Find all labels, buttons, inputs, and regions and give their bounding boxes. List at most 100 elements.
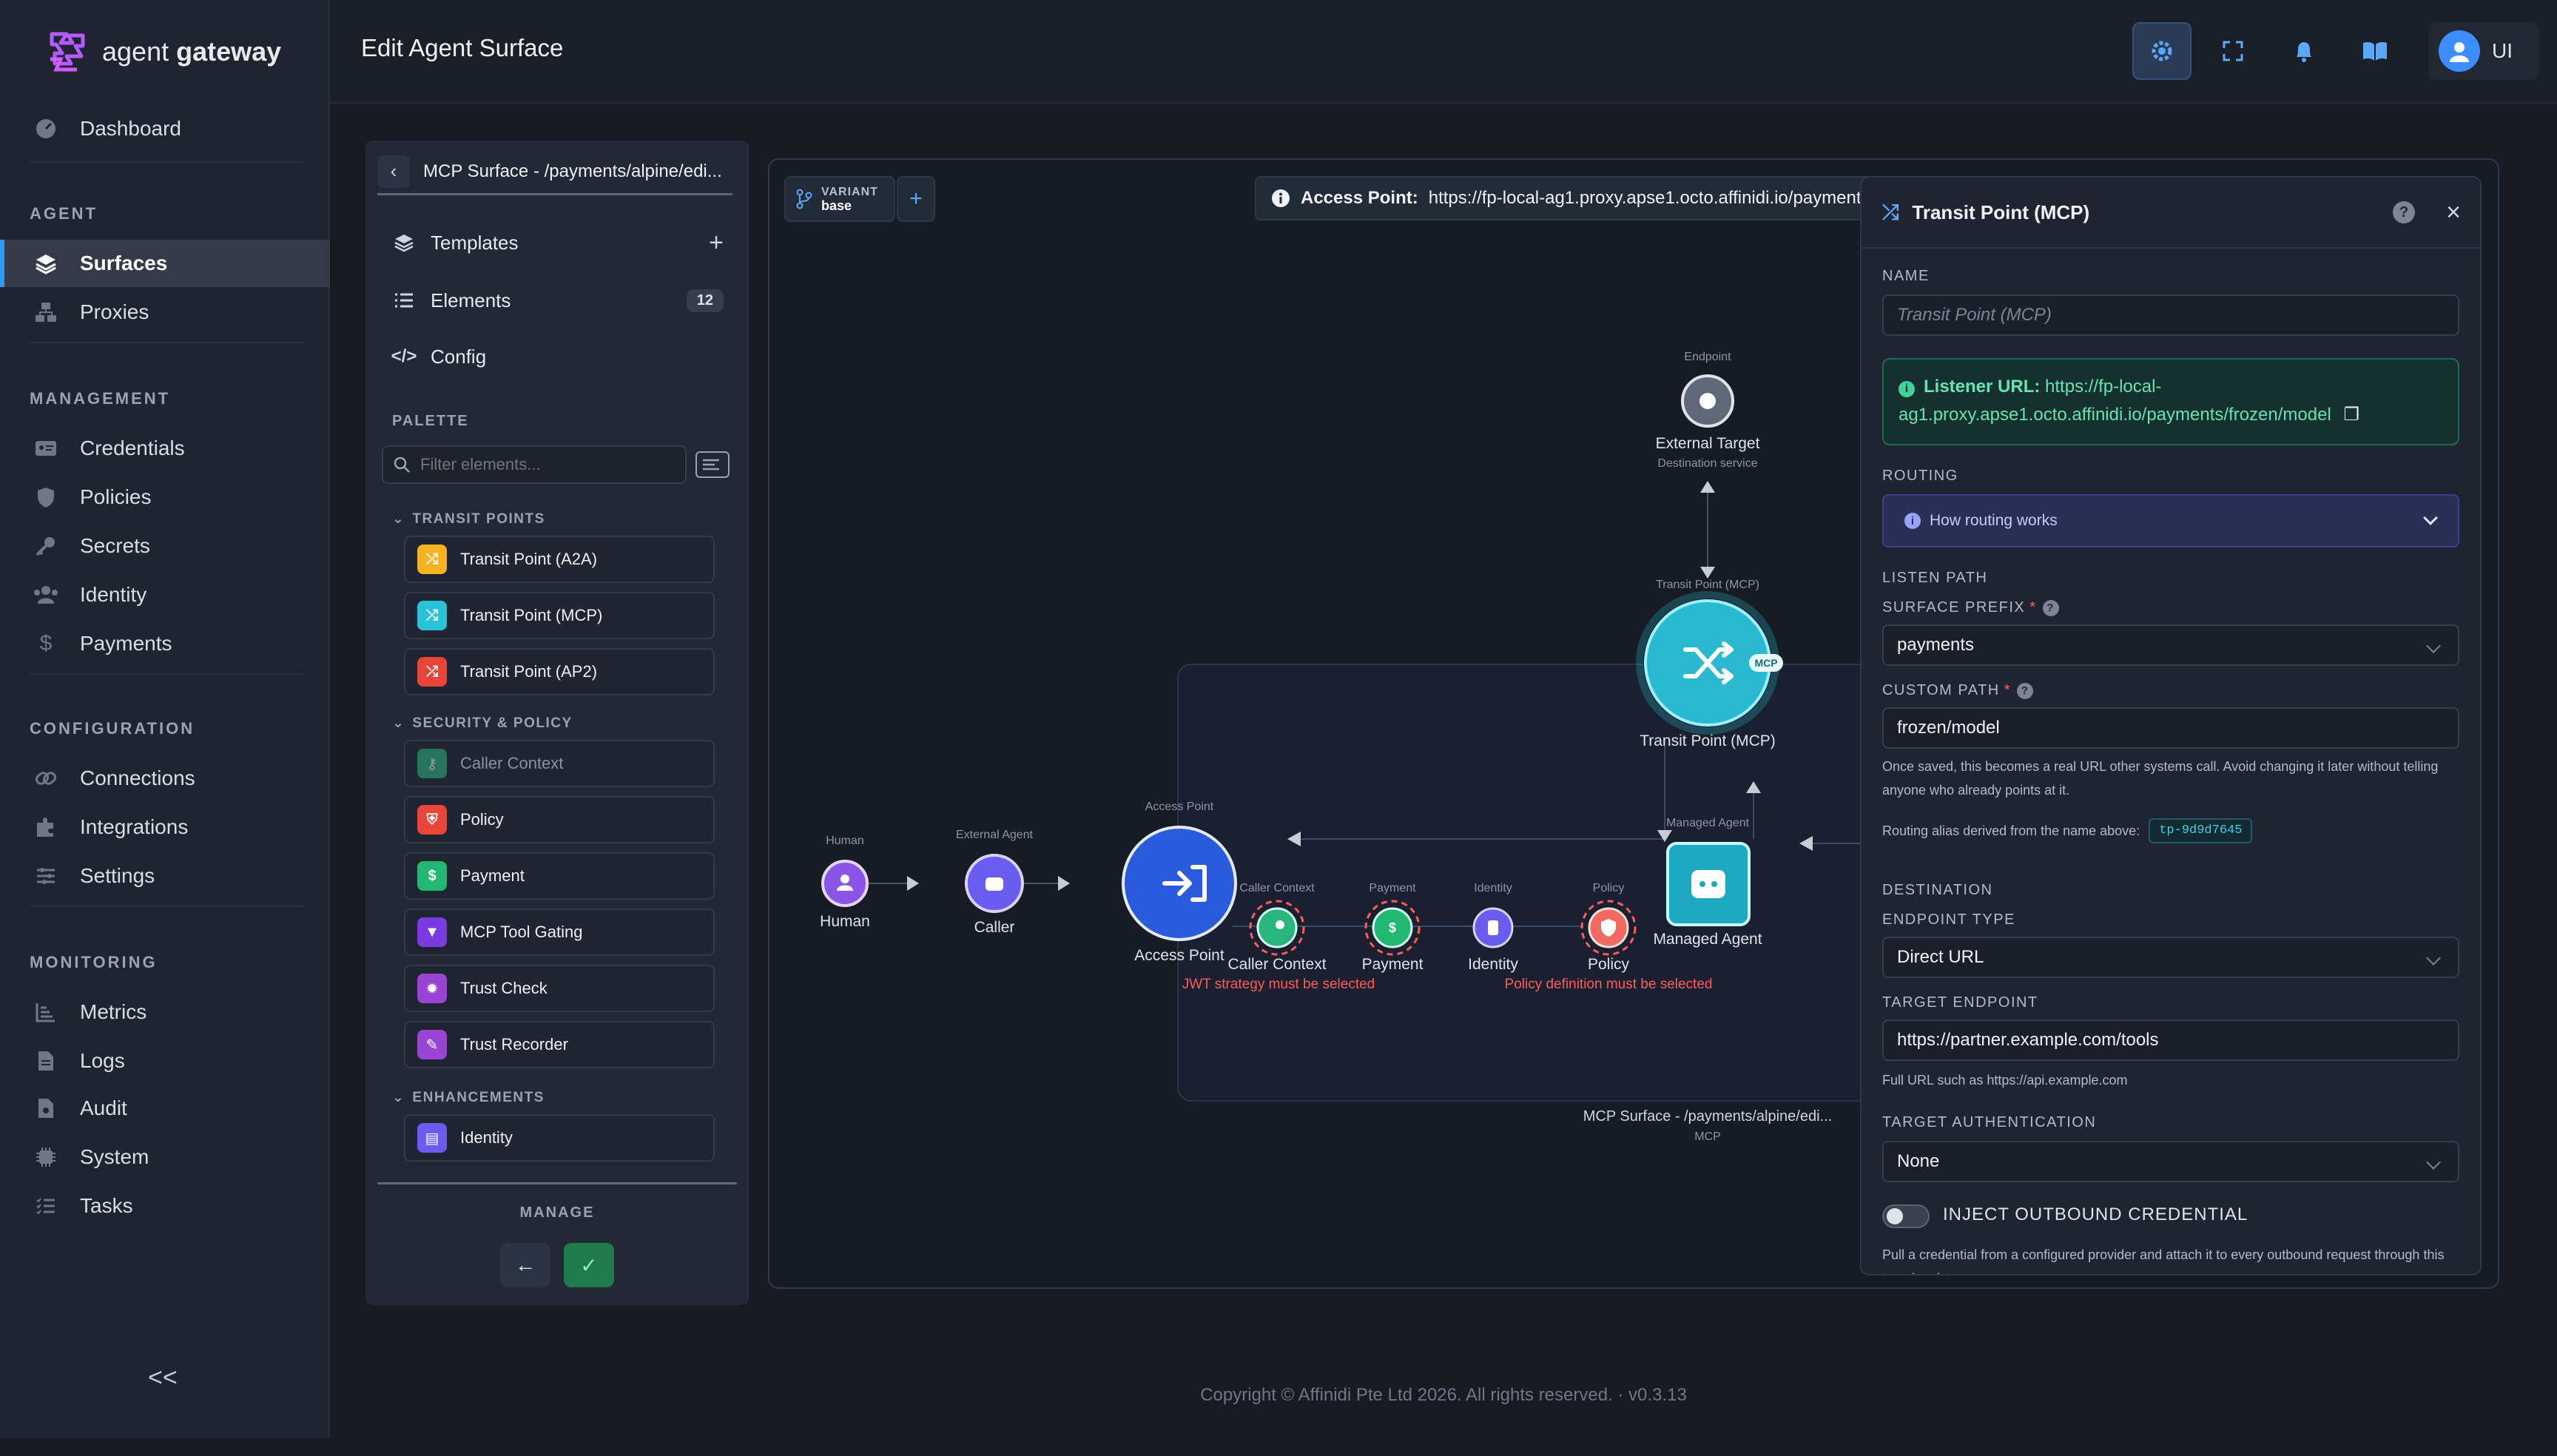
nav-integrations[interactable]: Integrations [0, 803, 330, 851]
target-endpoint-input[interactable]: https://partner.example.com/tools [1882, 1019, 2459, 1061]
templates-row[interactable]: Templates + [392, 220, 724, 265]
layers-icon [33, 250, 59, 277]
nav-payments[interactable]: $ Payments [0, 620, 330, 667]
palette-caller-context[interactable]: ⚷ Caller Context [404, 740, 715, 787]
nav-policies[interactable]: Policies [0, 473, 330, 521]
nav-logs[interactable]: Logs [0, 1037, 330, 1085]
nav-identity[interactable]: Identity [0, 571, 330, 619]
close-icon[interactable]: × [2446, 198, 2461, 227]
shuffle-icon: ⤮ [417, 601, 447, 630]
nav-dashboard[interactable]: Dashboard [0, 105, 330, 152]
endpoint-type-select[interactable]: Direct URL [1882, 937, 2459, 978]
palette-trust-check[interactable]: ✹ Trust Check [404, 965, 715, 1012]
nav-proxies[interactable]: Proxies [0, 289, 330, 336]
nav-settings[interactable]: Settings [0, 852, 330, 900]
caller-context-label[interactable]: Caller Context [1227, 956, 1326, 974]
filter-elements-field[interactable] [382, 445, 687, 484]
nav-connections[interactable]: Connections [0, 755, 330, 802]
identity-label[interactable]: Identity [1468, 956, 1518, 974]
help-icon[interactable]: ? [2017, 682, 2034, 699]
required-marker: * [2004, 682, 2012, 698]
fullscreen-button[interactable] [2203, 22, 2263, 80]
flow-canvas[interactable]: VARIANT base + Access Point: https://fp-… [768, 158, 2499, 1289]
group-transit-points[interactable]: ⌄ TRANSIT POINTS [392, 510, 545, 528]
palette-mcp-tool-gating[interactable]: ▼ MCP Tool Gating [404, 909, 715, 956]
name-field[interactable]: Transit Point (MCP) [1882, 294, 2459, 336]
exit-button[interactable]: ← [500, 1243, 550, 1287]
nav-secrets[interactable]: Secrets [0, 522, 330, 570]
filter-elements-input[interactable] [419, 454, 656, 475]
group-enhancements[interactable]: ⌄ ENHANCEMENTS [392, 1089, 545, 1106]
palette-transit-ap2[interactable]: ⤮ Transit Point (AP2) [404, 648, 715, 695]
config-row[interactable]: </> Config [391, 334, 724, 379]
panel-header: ‹ MCP Surface - /payments/alpine/edi... [377, 149, 732, 195]
nav-credentials[interactable]: Credentials [0, 425, 330, 472]
nav-metrics[interactable]: Metrics [0, 988, 330, 1036]
nav-metrics-label: Metrics [80, 1000, 147, 1023]
custom-path-input[interactable]: frozen/model [1882, 707, 2459, 749]
palette-item-label: Transit Point (MCP) [460, 606, 603, 624]
palette-transit-mcp[interactable]: ⤮ Transit Point (MCP) [404, 592, 715, 639]
palette-identity[interactable]: ▤ Identity [404, 1114, 715, 1162]
target-auth-select[interactable]: None [1882, 1141, 2459, 1182]
settings-button[interactable] [2132, 22, 2192, 80]
add-template-button[interactable]: + [709, 229, 724, 257]
listen-path-label: LISTEN PATH [1882, 570, 1988, 586]
nav-system[interactable]: System [0, 1133, 330, 1181]
policy-label[interactable]: Policy [1588, 956, 1629, 974]
app-logo[interactable]: agent gateway [46, 28, 281, 75]
id-badge-icon: ▤ [417, 1123, 447, 1153]
palette-payment[interactable]: $ Payment [404, 852, 715, 900]
chart-icon [33, 999, 59, 1025]
listener-url-part2[interactable]: ag1.proxy.apse1.octo.affinidi.io/payment… [1899, 405, 2331, 425]
divider [30, 161, 303, 163]
collapse-sidebar-button[interactable]: << [148, 1364, 178, 1392]
edit-icon: ✎ [417, 1030, 447, 1059]
elements-row[interactable]: Elements 12 [392, 278, 724, 323]
surface-title: MCP Surface - /payments/alpine/edi... [423, 161, 722, 181]
filter-icon: ▼ [417, 917, 447, 947]
save-button[interactable]: ✓ [564, 1243, 614, 1287]
back-button[interactable]: ‹ [377, 155, 410, 188]
nav-connections-label: Connections [80, 766, 195, 789]
divider [30, 342, 303, 343]
mcp-badge-label: MCP [1754, 657, 1778, 669]
notifications-button[interactable] [2274, 22, 2334, 80]
elements-label: Elements [431, 289, 511, 311]
listener-url-part1[interactable]: https://fp-local- [2045, 377, 2161, 397]
palette-trust-recorder[interactable]: ✎ Trust Recorder [404, 1021, 715, 1068]
user-initials: UI [2492, 39, 2513, 62]
payment-label[interactable]: Payment [1362, 956, 1424, 974]
docs-button[interactable] [2345, 22, 2405, 80]
alias-chip[interactable]: tp-9d9d7645 [2149, 818, 2253, 843]
palette-item-label: MCP Tool Gating [460, 923, 583, 941]
routing-accordion[interactable]: i How routing works [1882, 494, 2459, 547]
help-icon[interactable]: ? [2393, 201, 2416, 223]
layers-icon [392, 232, 416, 253]
user-menu[interactable]: UI [2428, 22, 2539, 80]
surface-prefix-select[interactable]: payments [1882, 624, 2459, 666]
key-icon: ⚷ [417, 749, 447, 778]
group-security-policy[interactable]: ⌄ SECURITY & POLICY [392, 715, 573, 732]
palette-transit-a2a[interactable]: ⤮ Transit Point (A2A) [404, 536, 715, 583]
managed-agent-label[interactable]: Managed Agent [1653, 931, 1762, 948]
copy-icon[interactable]: ❐ [2343, 405, 2359, 425]
view-toggle-button[interactable] [695, 451, 730, 478]
nav-audit[interactable]: Audit [0, 1085, 330, 1132]
transit-label[interactable]: Transit Point (MCP) [1640, 732, 1776, 750]
access-point-node-label[interactable]: Access Point [1134, 947, 1224, 965]
help-icon[interactable]: ? [2042, 599, 2059, 616]
nav-tasks[interactable]: Tasks [0, 1182, 330, 1230]
group-title: SECURITY & POLICY [412, 715, 573, 731]
human-label[interactable]: Human [820, 913, 870, 931]
toggle-knob [1887, 1208, 1903, 1224]
logo-light: agent [102, 36, 169, 67]
inject-credential-toggle[interactable] [1882, 1204, 1930, 1228]
target-auth-label: TARGET AUTHENTICATION [1882, 1114, 2097, 1130]
robot-icon [986, 877, 1003, 891]
caller-label[interactable]: Caller [974, 919, 1015, 937]
external-target-label[interactable]: External Target [1656, 435, 1760, 453]
nav-surfaces[interactable]: Surfaces [0, 240, 330, 287]
config-title: Transit Point (MCP) [1912, 200, 2090, 223]
palette-policy[interactable]: ⛨ Policy [404, 796, 715, 843]
